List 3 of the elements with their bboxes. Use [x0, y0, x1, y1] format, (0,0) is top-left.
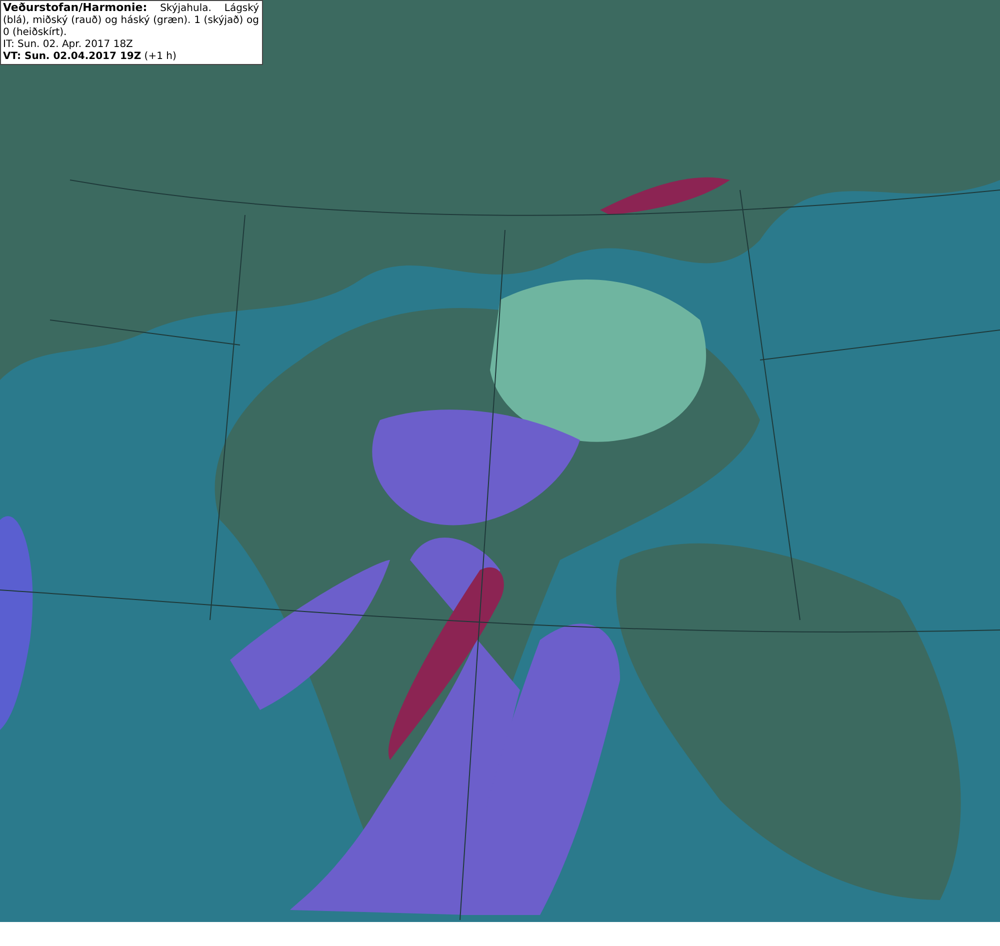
initial-time: IT: Sun. 02. Apr. 2017 18Z: [3, 39, 134, 51]
valid-time: VT: Sun. 02.04.2017 19Z (+1 h): [3, 51, 178, 63]
legend-description: Veðurstofan/Harmonie: Skýjahula. Lágský (blá), miðský (rauð) og háský (græn). 1 (skýjað) og 0 (heiðskírt).: [3, 2, 259, 39]
